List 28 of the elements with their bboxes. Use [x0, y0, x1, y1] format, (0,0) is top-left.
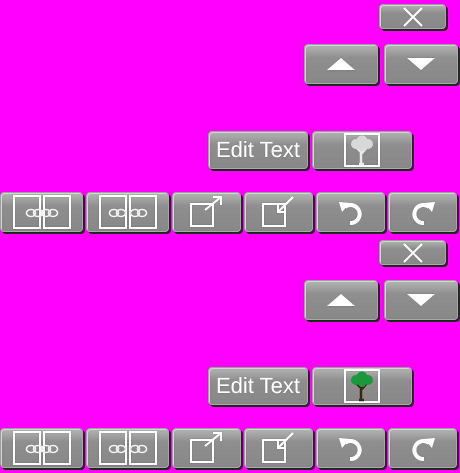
link-button[interactable]: [0, 192, 83, 232]
pop-in-button[interactable]: [244, 192, 313, 232]
link-button[interactable]: [0, 428, 83, 468]
undo-button[interactable]: [316, 428, 385, 468]
up-button[interactable]: [304, 280, 378, 320]
close-icon: [402, 6, 424, 26]
undo-button[interactable]: [316, 192, 385, 232]
up-arrow-icon: [326, 57, 356, 71]
down-button[interactable]: [384, 280, 458, 320]
down-button[interactable]: [384, 44, 458, 84]
down-arrow-icon: [406, 293, 436, 307]
up-arrow-icon: [326, 293, 356, 307]
redo-button[interactable]: [388, 428, 457, 468]
pop-out-button[interactable]: [172, 428, 241, 468]
close-button[interactable]: [379, 4, 446, 29]
unlink-button[interactable]: [86, 192, 169, 232]
pop-in-button[interactable]: [244, 428, 313, 468]
edit-text-button[interactable]: Edit Text: [208, 131, 308, 169]
down-arrow-icon: [406, 57, 436, 71]
close-button[interactable]: [379, 240, 446, 265]
pop-out-button[interactable]: [172, 192, 241, 232]
up-button[interactable]: [304, 44, 378, 84]
tree-button[interactable]: [312, 131, 412, 169]
tree-button[interactable]: [312, 367, 412, 405]
redo-button[interactable]: [388, 192, 457, 232]
edit-text-button[interactable]: Edit Text: [208, 367, 308, 405]
unlink-button[interactable]: [86, 428, 169, 468]
close-icon: [402, 242, 424, 262]
